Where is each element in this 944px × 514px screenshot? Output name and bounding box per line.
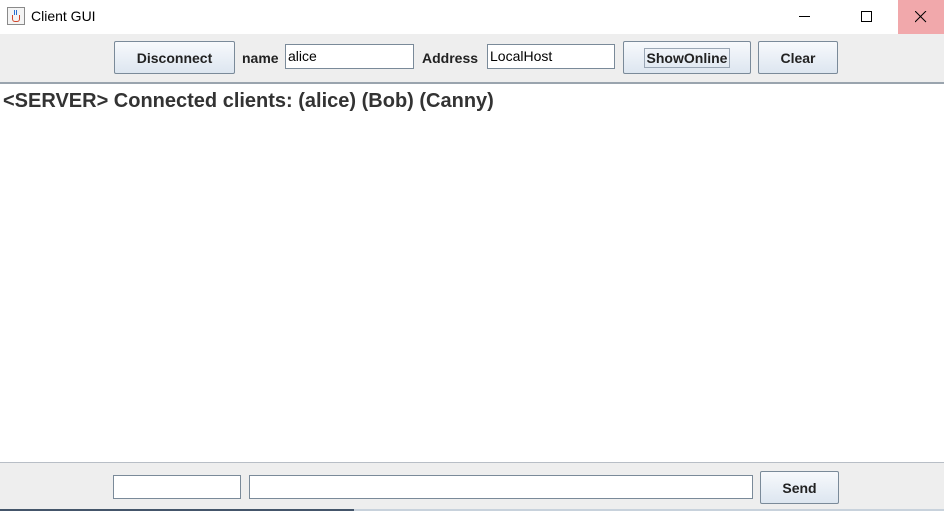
close-icon xyxy=(915,11,927,23)
title-bar: Client GUI xyxy=(0,0,944,34)
java-cup-icon xyxy=(7,7,25,25)
address-label: Address xyxy=(422,50,479,66)
top-toolbar: Disconnect name alice Address LocalHost … xyxy=(0,34,944,82)
clear-button-label: Clear xyxy=(780,49,816,66)
send-button-label: Send xyxy=(782,479,817,496)
close-button[interactable] xyxy=(898,0,944,34)
address-field[interactable]: LocalHost xyxy=(487,44,615,69)
recipient-field[interactable] xyxy=(113,475,241,499)
minimize-button[interactable] xyxy=(782,0,828,34)
maximize-icon xyxy=(861,11,872,22)
window-title: Client GUI xyxy=(31,8,96,24)
disconnect-button[interactable]: Disconnect xyxy=(114,41,235,74)
show-online-button[interactable]: ShowOnline xyxy=(623,41,751,74)
send-button[interactable]: Send xyxy=(760,471,839,504)
message-input[interactable] xyxy=(249,475,753,499)
name-field[interactable]: alice xyxy=(285,44,414,69)
maximize-button[interactable] xyxy=(844,0,890,34)
show-online-button-label: ShowOnline xyxy=(643,47,731,68)
window-bottom-edge xyxy=(0,509,944,514)
name-label: name xyxy=(242,50,279,66)
chat-display-area[interactable]: <SERVER> Connected clients: (alice) (Bob… xyxy=(0,84,944,462)
minimize-icon xyxy=(799,16,810,17)
clear-button[interactable]: Clear xyxy=(758,41,838,74)
bottom-input-bar: Send xyxy=(0,463,944,509)
disconnect-button-label: Disconnect xyxy=(136,49,213,66)
chat-message: <SERVER> Connected clients: (alice) (Bob… xyxy=(3,90,494,112)
